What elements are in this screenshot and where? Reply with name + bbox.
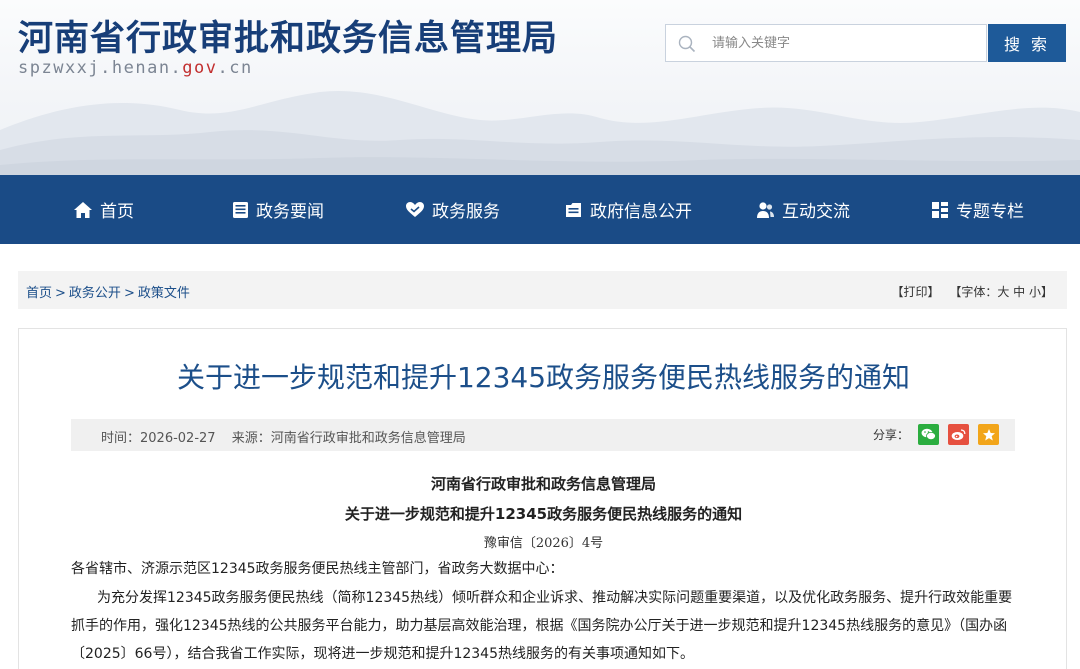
site-domain-gov: gov xyxy=(182,58,218,78)
weibo-icon xyxy=(951,429,966,440)
search-button[interactable]: 搜 索 xyxy=(988,24,1066,62)
doc-body-line: 〔2025〕66号），结合我省工作实际，现将进一步规范和提升12345热线服务的… xyxy=(71,646,694,662)
home-icon xyxy=(74,201,92,218)
article-time: 时间：2026-02-27 xyxy=(101,431,216,446)
people-icon xyxy=(757,201,774,218)
doc-salutation: 各省辖市、济源示范区12345政务服务便民热线主管部门，省政务大数据中心： xyxy=(71,561,564,577)
nav-item-services[interactable]: 政务服务 xyxy=(405,175,500,244)
nav-item-interaction[interactable]: 互动交流 xyxy=(756,175,850,244)
page-tools: 【打印】 【字体：大 中 小】 xyxy=(886,283,1053,300)
grid-icon xyxy=(932,201,948,218)
nav-label-news: 政务要闻 xyxy=(256,202,324,222)
nav-label-special-topics: 专题专栏 xyxy=(956,202,1024,222)
wechat-icon xyxy=(921,428,936,440)
breadcrumb-bar: 首页 > 政务公开 > 政策文件 【打印】 【字体：大 中 小】 xyxy=(18,271,1067,309)
main-nav: 首页 政务要闻 政务服务 政府信息公开 互动交流 专题专栏 xyxy=(0,175,1080,244)
article-meta-bar: 时间：2026-02-27 来源：河南省行政审批和政务信息管理局 分享： xyxy=(71,419,1015,451)
breadcrumb-home[interactable]: 首页 xyxy=(26,286,52,301)
article-source: 来源：河南省行政审批和政务信息管理局 xyxy=(231,431,466,446)
nav-label-services: 政务服务 xyxy=(432,202,500,222)
site-domain: spzwxxj.henan.gov.cn xyxy=(18,58,253,78)
nav-item-special-topics[interactable]: 专题专栏 xyxy=(931,175,1024,244)
breadcrumb-separator: > xyxy=(123,286,135,301)
weibo-share-button[interactable] xyxy=(948,424,969,445)
breadcrumb-public-affairs[interactable]: 政务公开 xyxy=(69,286,121,301)
nav-item-info-disclosure[interactable]: 政府信息公开 xyxy=(564,175,692,244)
favorite-button[interactable] xyxy=(978,424,999,445)
nav-label-info-disclosure: 政府信息公开 xyxy=(590,202,692,222)
article-meta: 时间：2026-02-27 来源：河南省行政审批和政务信息管理局 xyxy=(101,427,478,446)
doc-body-line: 为充分发挥12345政务服务便民热线（简称12345热线）倾听群众和企业诉求、推… xyxy=(97,590,1013,606)
article-title: 关于进一步规范和提升12345政务服务便民热线服务的通知 xyxy=(176,361,911,394)
doc-body-line: 抓手的作用，强化12345热线的公共服务平台能力，助力基层高效能治理，根据《国务… xyxy=(71,618,1008,634)
document-icon xyxy=(566,202,581,217)
star-icon xyxy=(982,428,995,440)
breadcrumb-separator: > xyxy=(55,286,66,301)
print-link[interactable]: 【打印】 xyxy=(892,285,940,299)
search-icon xyxy=(678,35,696,53)
doc-number: 豫审信〔2026〕4号 xyxy=(483,536,604,551)
wechat-share-button[interactable] xyxy=(918,424,939,445)
breadcrumb: 首页 > 政务公开 > 政策文件 xyxy=(26,282,190,301)
doc-title: 关于进一步规范和提升12345政务服务便民热线服务的通知 xyxy=(344,505,743,523)
search-box xyxy=(665,24,987,62)
article-panel: 关于进一步规范和提升12345政务服务便民热线服务的通知 时间：2026-02-… xyxy=(18,328,1067,669)
font-size-control[interactable]: 【字体：大 中 小】 xyxy=(949,285,1053,299)
nav-label-home: 首页 xyxy=(100,202,134,222)
site-domain-suffix: .cn xyxy=(217,58,253,78)
heart-hand-icon xyxy=(406,202,424,217)
nav-item-news[interactable]: 政务要闻 xyxy=(232,175,324,244)
share-label: 分享： xyxy=(872,428,909,442)
nav-item-home[interactable]: 首页 xyxy=(73,175,134,244)
breadcrumb-policy-docs[interactable]: 政策文件 xyxy=(138,286,190,301)
nav-label-interaction: 互动交流 xyxy=(782,202,850,222)
search-input[interactable] xyxy=(712,25,977,61)
news-icon xyxy=(233,201,248,218)
doc-issuing-org: 河南省行政审批和政务信息管理局 xyxy=(430,475,656,493)
site-domain-prefix: spzwxxj.henan. xyxy=(18,58,183,78)
share-bar: 分享： xyxy=(873,424,999,445)
site-title: 河南省行政审批和政务信息管理局 xyxy=(18,19,559,59)
